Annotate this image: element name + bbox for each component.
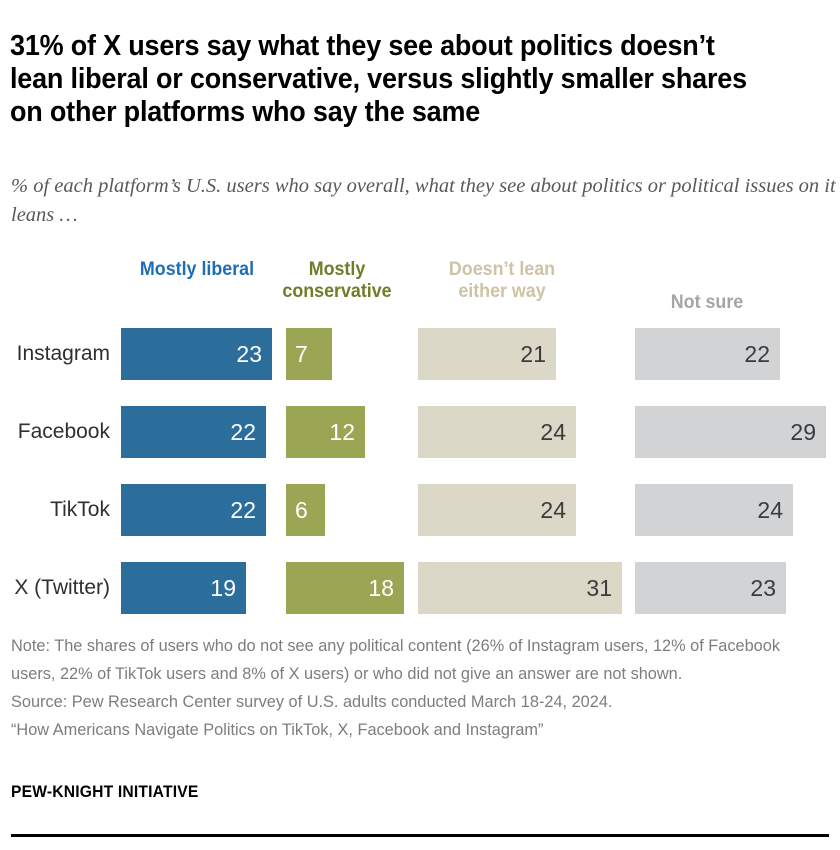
bar-doesnt_lean-0: 21 bbox=[418, 328, 556, 380]
bar-value-label: 22 bbox=[744, 341, 770, 367]
page-title: 31% of X users say what they see about p… bbox=[10, 30, 747, 128]
table-row: X (Twitter) 19 18 31 23 bbox=[0, 562, 840, 624]
row-label-1: Facebook bbox=[17, 420, 110, 443]
table-row: TikTok 22 6 24 24 bbox=[0, 484, 840, 546]
bar-value-label: 6 bbox=[295, 497, 308, 523]
row-label-2: TikTok bbox=[50, 498, 110, 521]
bar-value-label: 18 bbox=[368, 575, 394, 601]
bar-mostly_conservative-1: 12 bbox=[286, 406, 365, 458]
bar-value-label: 7 bbox=[295, 341, 308, 367]
infographic-page: 31% of X users say what they see about p… bbox=[0, 0, 840, 850]
bar-mostly_liberal-1: 22 bbox=[121, 406, 266, 458]
column-header-mostly-conservative: Mostly conservative bbox=[282, 259, 392, 302]
bar-doesnt_lean-3: 31 bbox=[418, 562, 622, 614]
bar-value-label: 24 bbox=[540, 419, 566, 445]
bar-not_sure-3: 23 bbox=[635, 562, 786, 614]
bar-doesnt_lean-2: 24 bbox=[418, 484, 576, 536]
brand-label: PEW-KNIGHT INITIATIVE bbox=[11, 782, 199, 801]
bar-value-label: 31 bbox=[586, 575, 612, 601]
bar-mostly_liberal-2: 22 bbox=[121, 484, 266, 536]
report-title-text: “How Americans Navigate Politics on TikT… bbox=[11, 720, 544, 739]
bar-value-label: 23 bbox=[750, 575, 776, 601]
row-label-3: X (Twitter) bbox=[14, 576, 110, 599]
bar-mostly_liberal-3: 19 bbox=[121, 562, 246, 614]
bar-not_sure-1: 29 bbox=[635, 406, 826, 458]
bar-chart: Instagram 23 7 21 22 Facebook 22 12 24 29 TikTok 22… bbox=[0, 322, 840, 614]
note-text: Note: The shares of users who do not see… bbox=[11, 636, 780, 683]
column-header-doesnt-lean-either-way: Doesn’t lean either way bbox=[448, 259, 556, 302]
bar-value-label: 22 bbox=[230, 497, 256, 523]
table-row: Instagram 23 7 21 22 bbox=[0, 328, 840, 390]
column-header-not-sure: Not sure bbox=[670, 292, 744, 313]
bar-value-label: 29 bbox=[790, 419, 816, 445]
bar-mostly_conservative-0: 7 bbox=[286, 328, 332, 380]
column-header-mostly-liberal: Mostly liberal bbox=[139, 259, 255, 280]
bar-value-label: 21 bbox=[520, 341, 546, 367]
bar-mostly_conservative-3: 18 bbox=[286, 562, 404, 614]
bar-value-label: 12 bbox=[329, 419, 355, 445]
bar-value-label: 24 bbox=[540, 497, 566, 523]
bar-not_sure-0: 22 bbox=[635, 328, 780, 380]
bar-not_sure-2: 24 bbox=[635, 484, 793, 536]
bar-mostly_liberal-0: 23 bbox=[121, 328, 272, 380]
table-row: Facebook 22 12 24 29 bbox=[0, 406, 840, 468]
source-text: Source: Pew Research Center survey of U.… bbox=[11, 692, 613, 711]
bar-value-label: 23 bbox=[236, 341, 262, 367]
chart-notes: Note: The shares of users who do not see… bbox=[11, 632, 796, 744]
bottom-rule bbox=[11, 834, 829, 837]
bar-mostly_conservative-2: 6 bbox=[286, 484, 325, 536]
bar-value-label: 22 bbox=[230, 419, 256, 445]
bar-value-label: 19 bbox=[210, 575, 236, 601]
bar-doesnt_lean-1: 24 bbox=[418, 406, 576, 458]
chart-subtitle: % of each platform’s U.S. users who say … bbox=[11, 175, 836, 226]
row-label-0: Instagram bbox=[16, 342, 110, 365]
bar-value-label: 24 bbox=[757, 497, 783, 523]
